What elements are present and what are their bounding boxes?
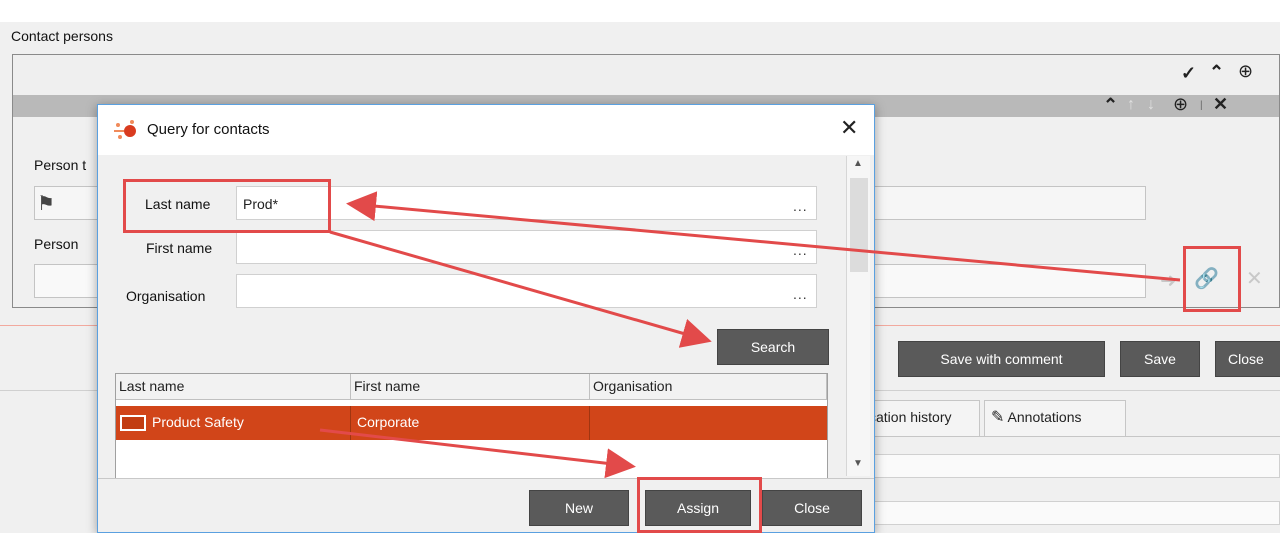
- annotation-arrows: [319, 191, 1181, 479]
- arrow-lastname-to-search: [329, 230, 712, 348]
- arrow-row-to-assign: [319, 428, 636, 479]
- arrow-link-to-lastname: [346, 191, 1181, 282]
